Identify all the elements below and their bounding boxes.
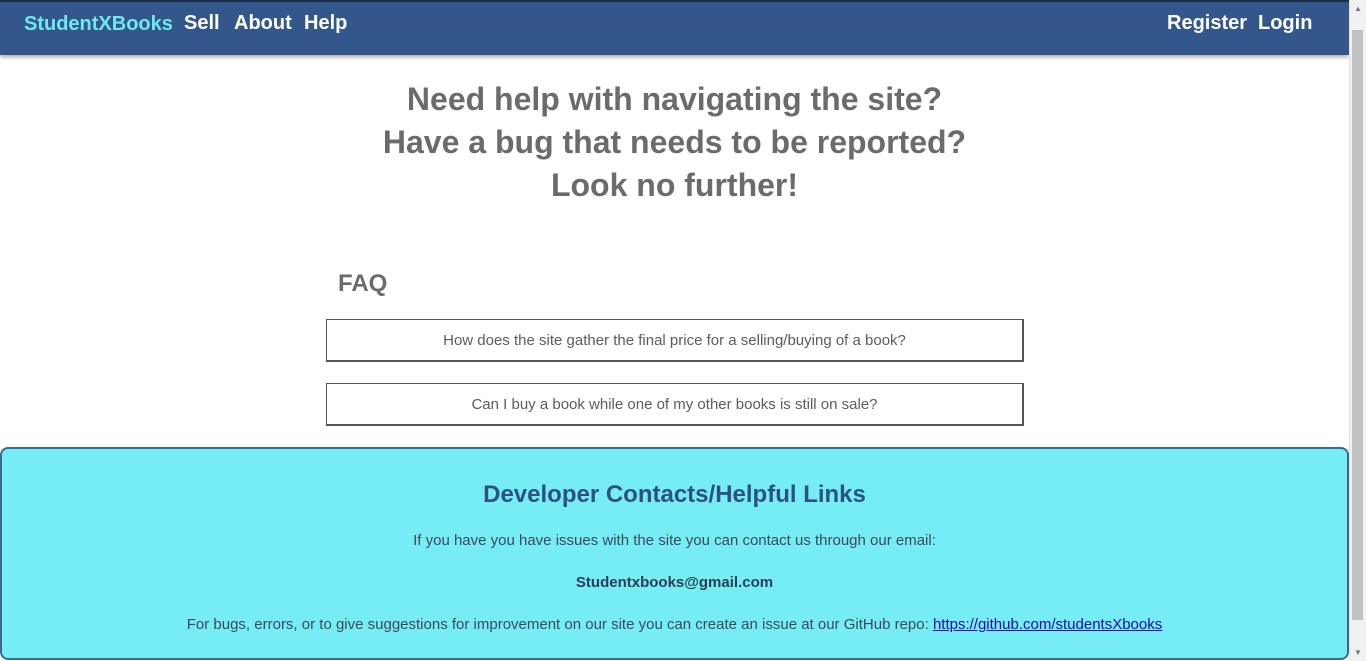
nav-link-about[interactable]: About [234, 12, 292, 35]
developer-contacts-footer: Developer Contacts/Helpful Links If you … [0, 447, 1349, 660]
hero-line-3: Look no further! [550, 167, 799, 203]
hero-line-2: Have a bug that needs to be reported? [382, 124, 967, 160]
faq-question-label: How does the site gather the final price… [443, 332, 906, 349]
github-repo-link[interactable]: https://github.com/studentsXbooks [933, 616, 1162, 633]
top-navbar: StudentXBooks Sell About Help Register L… [0, 0, 1349, 55]
nav-link-help[interactable]: Help [304, 12, 347, 35]
hero-heading: Need help with navigating the site? Have… [0, 78, 1349, 207]
contact-text: If you have you have issues with the sit… [413, 532, 936, 549]
contact-email: Studentxbooks@gmail.com [575, 574, 774, 591]
login-link[interactable]: Login [1258, 12, 1312, 35]
faq-title: FAQ [338, 270, 388, 297]
brand-logo-link[interactable]: StudentXBooks [24, 13, 173, 36]
faq-question-label: Can I buy a book while one of my other b… [471, 396, 878, 413]
register-link[interactable]: Register [1167, 12, 1247, 35]
help-page: StudentXBooks Sell About Help Register L… [0, 0, 1366, 661]
vertical-scrollbar[interactable]: ▲ ▼ [1349, 0, 1366, 661]
nav-link-sell[interactable]: Sell [184, 12, 220, 35]
scroll-thumb[interactable] [1352, 30, 1363, 620]
faq-item-final-price[interactable]: How does the site gather the final price… [326, 319, 1024, 362]
footer-title: Developer Contacts/Helpful Links [483, 481, 866, 508]
scroll-down-arrow-icon[interactable]: ▼ [1350, 644, 1366, 661]
scroll-up-arrow-icon[interactable]: ▲ [1350, 0, 1366, 17]
bugs-text-line: For bugs, errors, or to give suggestions… [2, 616, 1347, 633]
bugs-text: For bugs, errors, or to give suggestions… [186, 616, 929, 633]
faq-item-buy-while-selling[interactable]: Can I buy a book while one of my other b… [326, 383, 1024, 426]
hero-line-1: Need help with navigating the site? [406, 81, 943, 117]
